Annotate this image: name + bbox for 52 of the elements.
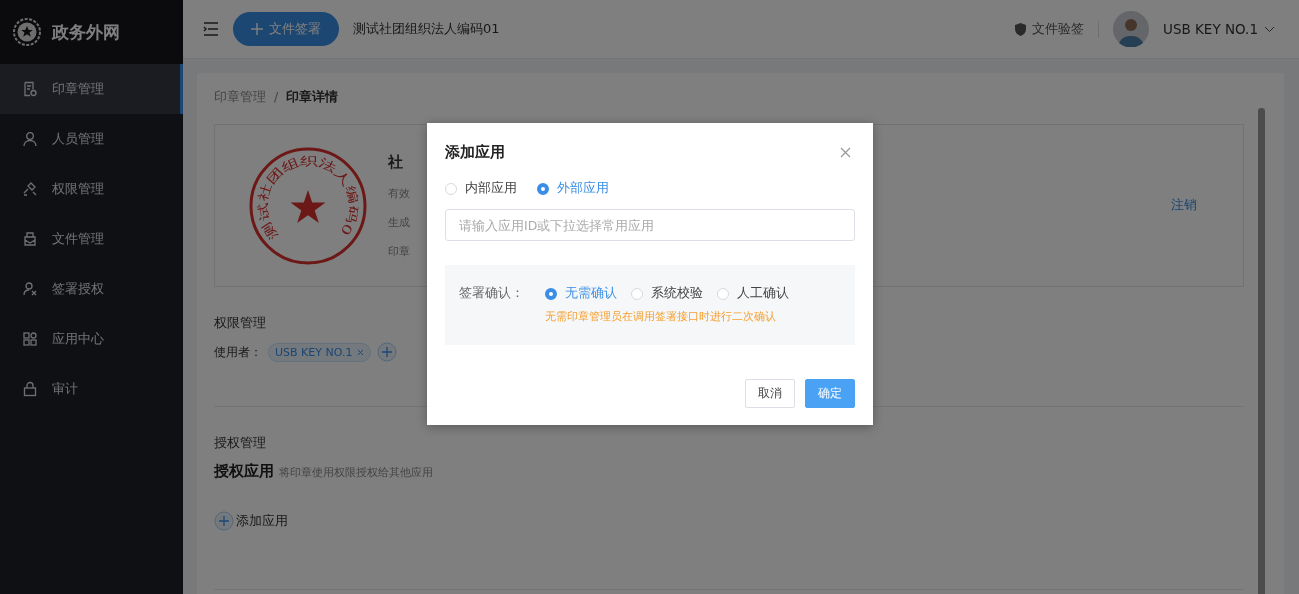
menu-item-icon [22,381,38,397]
scrollbar[interactable] [1258,108,1265,594]
menu-item-icon [22,131,38,147]
radio-option[interactable]: 系统校验 [631,285,703,302]
plus-icon [251,23,263,35]
radio-option[interactable]: 内部应用 [445,180,517,197]
user-menu[interactable]: USB KEY NO.1 [1163,21,1275,37]
app-logo-text: 政务外网 [52,20,120,44]
sidebar-item[interactable]: 人员管理 [0,114,183,164]
sidebar-item[interactable]: 印章管理 [0,64,183,114]
sign-file-button[interactable]: 文件签署 [233,12,339,46]
radio-option[interactable]: 外部应用 [537,180,609,197]
menu-item-icon [22,331,38,347]
sidebar-item[interactable]: 文件管理 [0,214,183,264]
menu-item-icon [22,181,38,197]
users-label: 使用者： [214,343,262,361]
confirm-label: 签署确认： [459,285,525,302]
sidebar-item[interactable]: 应用中心 [0,314,183,364]
menu-icon[interactable] [203,22,219,36]
menu-item-icon [22,231,38,247]
confirm-hint: 无需印章管理员在调用签署接口时进行二次确认 [545,310,777,324]
sidebar-item[interactable]: 签署授权 [0,264,183,314]
breadcrumb-separator: / [274,89,279,106]
avatar-icon[interactable] [1113,11,1149,47]
organization-name: 测试社团组织法人编码01 [353,20,500,38]
menu-item-icon [22,281,38,297]
add-icon[interactable] [377,342,398,362]
menu-item-icon [22,81,38,97]
shield-icon [1015,22,1026,36]
app-id-field[interactable]: 请输入应用ID或下拉选择常用应用 [445,209,855,241]
dialog-title: 添加应用 [445,143,505,162]
authorization-title: 授权应用 [214,462,274,481]
confirm-button[interactable]: 确定 [805,379,855,408]
seal-title: 社 [388,153,404,172]
plus-circle-icon [214,511,234,531]
section-heading: 权限管理 [214,315,266,332]
radio-option[interactable]: 人工确认 [717,285,789,302]
sidebar-item[interactable]: 审计 [0,364,183,414]
sidebar-item[interactable]: 权限管理 [0,164,183,214]
seal-drawing: 测试社团组织法人编码01 [248,145,368,266]
user-tag: USB KEY NO.1 [268,342,372,362]
verify-link[interactable]: 文件验签 [1032,20,1084,38]
breadcrumb-current: 印章详情 [286,89,339,106]
radio-option[interactable]: 无需确认 [545,285,617,302]
section-heading: 授权管理 [214,435,266,452]
chevron-down-icon [1264,25,1275,33]
cancel-button[interactable]: 取消 [745,379,795,408]
add-app-button[interactable]: 添加应用 [214,511,288,531]
revoke-link[interactable]: 注销 [1171,197,1197,214]
remove-icon[interactable] [357,348,365,356]
close-icon[interactable] [840,147,851,158]
emblem-icon [12,17,42,47]
